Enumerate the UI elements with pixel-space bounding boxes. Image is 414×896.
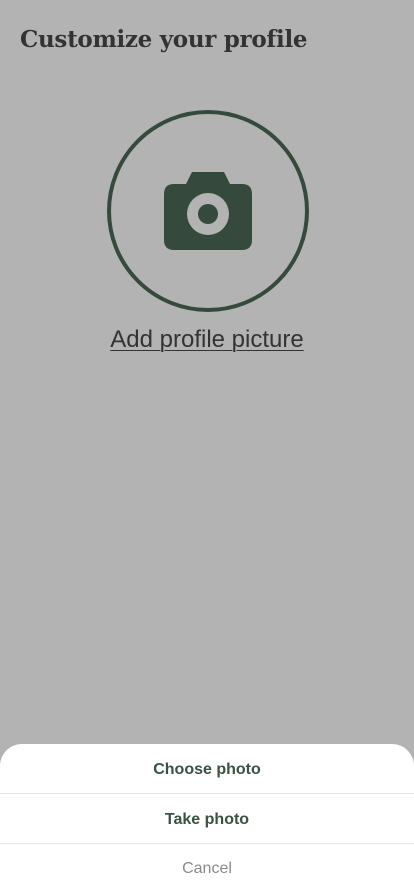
add-profile-picture-link[interactable]: Add profile picture [0,326,414,354]
cancel-button[interactable]: Cancel [0,844,414,894]
page-title: Customize your profile [20,26,308,53]
take-photo-button[interactable]: Take photo [0,794,414,844]
photo-action-sheet: Choose photo Take photo Cancel [0,744,414,896]
profile-picture-placeholder[interactable] [107,110,309,312]
choose-photo-button[interactable]: Choose photo [0,744,414,794]
camera-icon [164,172,252,250]
